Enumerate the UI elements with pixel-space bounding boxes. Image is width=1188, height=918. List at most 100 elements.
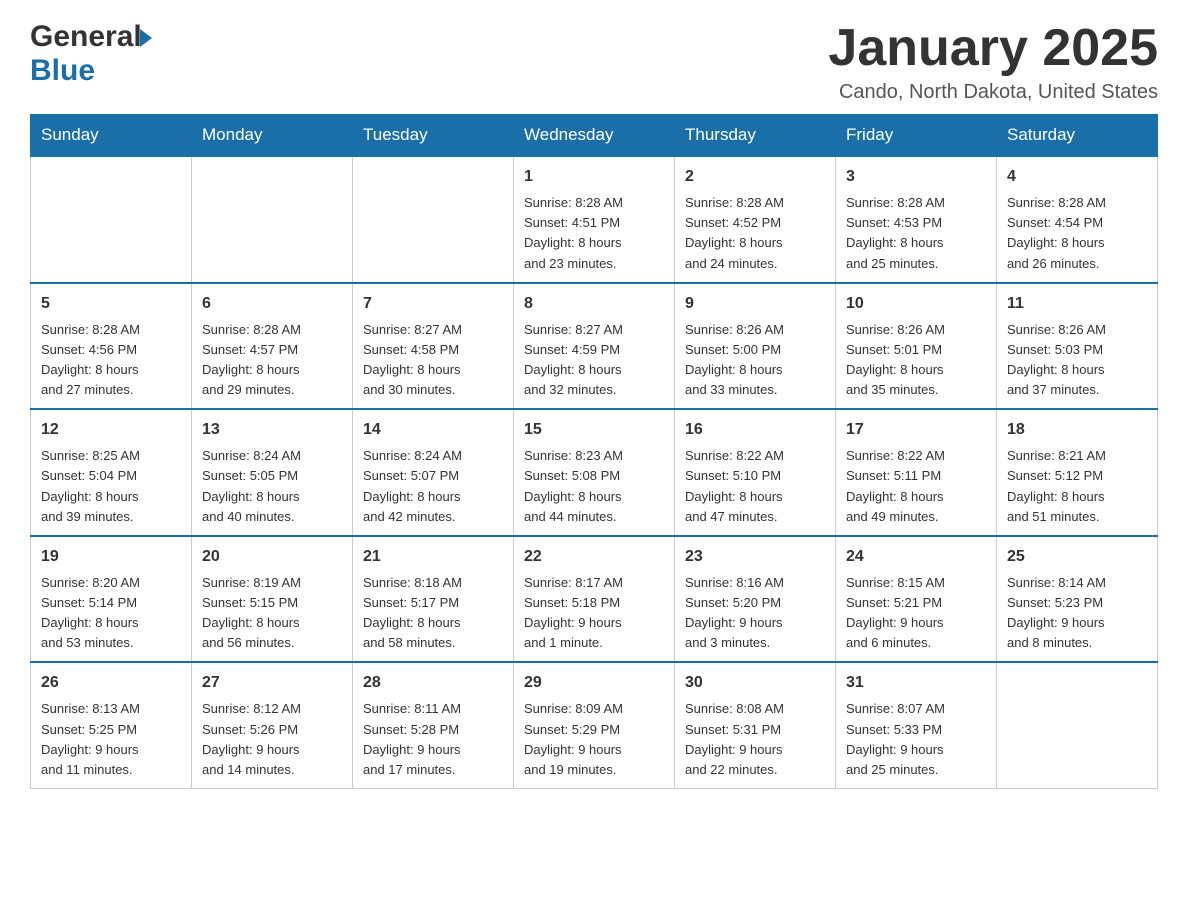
day-number: 18 — [1007, 418, 1147, 442]
day-info: Sunrise: 8:28 AM Sunset: 4:56 PM Dayligh… — [41, 320, 181, 401]
day-info: Sunrise: 8:22 AM Sunset: 5:11 PM Dayligh… — [846, 446, 986, 527]
title-block: January 2025 Cando, North Dakota, United… — [828, 20, 1158, 104]
calendar-cell: 30Sunrise: 8:08 AM Sunset: 5:31 PM Dayli… — [675, 662, 836, 788]
day-info: Sunrise: 8:20 AM Sunset: 5:14 PM Dayligh… — [41, 573, 181, 654]
calendar-week-3: 12 Sunrise: 8:25 AM Sunset: 5:04 PM Dayli… — [31, 409, 1158, 536]
calendar-cell — [353, 156, 514, 283]
day-info: Sunrise: 8:15 AM Sunset: 5:21 PM Dayligh… — [846, 573, 986, 654]
calendar-week-5: 26Sunrise: 8:13 AM Sunset: 5:25 PM Dayli… — [31, 662, 1158, 788]
day-number: 10 — [846, 292, 986, 316]
weekday-header-row: SundayMondayTuesdayWednesdayThursdayFrid… — [31, 115, 1158, 157]
calendar-cell: 25Sunrise: 8:14 AM Sunset: 5:23 PM Dayli… — [997, 536, 1158, 663]
day-number: 13 — [202, 418, 342, 442]
day-number: 3 — [846, 165, 986, 189]
day-number: 19 — [41, 545, 181, 569]
day-info: Sunrise: 8:24 AM Sunset: 5:05 PM Dayligh… — [202, 446, 342, 527]
calendar-cell: 9 Sunrise: 8:26 AM Sunset: 5:00 PM Daylig… — [675, 283, 836, 410]
calendar-cell: 7 Sunrise: 8:27 AM Sunset: 4:58 PM Daylig… — [353, 283, 514, 410]
day-number: 17 — [846, 418, 986, 442]
day-info: Sunrise: 8:11 AM Sunset: 5:28 PM Dayligh… — [363, 699, 503, 780]
calendar-week-4: 19 Sunrise: 8:20 AM Sunset: 5:14 PM Dayli… — [31, 536, 1158, 663]
day-number: 30 — [685, 671, 825, 695]
day-number: 2 — [685, 165, 825, 189]
calendar-cell: 17 Sunrise: 8:22 AM Sunset: 5:11 PM Dayli… — [836, 409, 997, 536]
day-info: Sunrise: 8:26 AM Sunset: 5:00 PM Dayligh… — [685, 320, 825, 401]
calendar-cell: 3 Sunrise: 8:28 AM Sunset: 4:53 PM Daylig… — [836, 156, 997, 283]
calendar-cell: 8 Sunrise: 8:27 AM Sunset: 4:59 PM Daylig… — [514, 283, 675, 410]
calendar-cell: 10 Sunrise: 8:26 AM Sunset: 5:01 PM Dayli… — [836, 283, 997, 410]
day-number: 22 — [524, 545, 664, 569]
day-info: Sunrise: 8:28 AM Sunset: 4:54 PM Dayligh… — [1007, 193, 1147, 274]
weekday-header-friday: Friday — [836, 115, 997, 157]
day-number: 8 — [524, 292, 664, 316]
logo: General Blue — [30, 20, 152, 88]
day-info: Sunrise: 8:28 AM Sunset: 4:57 PM Dayligh… — [202, 320, 342, 401]
calendar-cell — [31, 156, 192, 283]
day-info: Sunrise: 8:27 AM Sunset: 4:59 PM Dayligh… — [524, 320, 664, 401]
day-info: Sunrise: 8:19 AM Sunset: 5:15 PM Dayligh… — [202, 573, 342, 654]
weekday-header-sunday: Sunday — [31, 115, 192, 157]
calendar-cell: 2 Sunrise: 8:28 AM Sunset: 4:52 PM Daylig… — [675, 156, 836, 283]
day-number: 9 — [685, 292, 825, 316]
calendar-cell: 15 Sunrise: 8:23 AM Sunset: 5:08 PM Dayli… — [514, 409, 675, 536]
day-info: Sunrise: 8:24 AM Sunset: 5:07 PM Dayligh… — [363, 446, 503, 527]
page-header: General Blue January 2025 Cando, North D… — [30, 20, 1158, 104]
calendar-cell: 18 Sunrise: 8:21 AM Sunset: 5:12 PM Dayli… — [997, 409, 1158, 536]
day-info: Sunrise: 8:16 AM Sunset: 5:20 PM Dayligh… — [685, 573, 825, 654]
calendar-cell: 16Sunrise: 8:22 AM Sunset: 5:10 PM Dayli… — [675, 409, 836, 536]
day-number: 12 — [41, 418, 181, 442]
day-info: Sunrise: 8:26 AM Sunset: 5:01 PM Dayligh… — [846, 320, 986, 401]
day-number: 27 — [202, 671, 342, 695]
day-number: 28 — [363, 671, 503, 695]
day-number: 16 — [685, 418, 825, 442]
calendar-cell: 26Sunrise: 8:13 AM Sunset: 5:25 PM Dayli… — [31, 662, 192, 788]
logo-triangle-icon — [140, 29, 152, 47]
calendar-cell: 12 Sunrise: 8:25 AM Sunset: 5:04 PM Dayli… — [31, 409, 192, 536]
day-number: 15 — [524, 418, 664, 442]
day-number: 29 — [524, 671, 664, 695]
weekday-header-tuesday: Tuesday — [353, 115, 514, 157]
calendar-cell: 22Sunrise: 8:17 AM Sunset: 5:18 PM Dayli… — [514, 536, 675, 663]
calendar-cell: 4 Sunrise: 8:28 AM Sunset: 4:54 PM Daylig… — [997, 156, 1158, 283]
month-title: January 2025 — [828, 20, 1158, 77]
calendar-cell: 31Sunrise: 8:07 AM Sunset: 5:33 PM Dayli… — [836, 662, 997, 788]
day-number: 1 — [524, 165, 664, 189]
weekday-header-saturday: Saturday — [997, 115, 1158, 157]
calendar-week-1: 1 Sunrise: 8:28 AM Sunset: 4:51 PM Daylig… — [31, 156, 1158, 283]
day-number: 24 — [846, 545, 986, 569]
day-number: 7 — [363, 292, 503, 316]
day-info: Sunrise: 8:28 AM Sunset: 4:53 PM Dayligh… — [846, 193, 986, 274]
day-info: Sunrise: 8:28 AM Sunset: 4:52 PM Dayligh… — [685, 193, 825, 274]
day-info: Sunrise: 8:09 AM Sunset: 5:29 PM Dayligh… — [524, 699, 664, 780]
day-number: 21 — [363, 545, 503, 569]
day-number: 6 — [202, 292, 342, 316]
calendar-cell: 27 Sunrise: 8:12 AM Sunset: 5:26 PM Dayli… — [192, 662, 353, 788]
calendar-cell — [192, 156, 353, 283]
day-number: 31 — [846, 671, 986, 695]
calendar-cell: 6 Sunrise: 8:28 AM Sunset: 4:57 PM Daylig… — [192, 283, 353, 410]
day-number: 26 — [41, 671, 181, 695]
day-number: 4 — [1007, 165, 1147, 189]
day-info: Sunrise: 8:25 AM Sunset: 5:04 PM Dayligh… — [41, 446, 181, 527]
weekday-header-monday: Monday — [192, 115, 353, 157]
day-info: Sunrise: 8:23 AM Sunset: 5:08 PM Dayligh… — [524, 446, 664, 527]
calendar-week-2: 5 Sunrise: 8:28 AM Sunset: 4:56 PM Daylig… — [31, 283, 1158, 410]
day-info: Sunrise: 8:21 AM Sunset: 5:12 PM Dayligh… — [1007, 446, 1147, 527]
logo-blue-text: Blue — [30, 54, 95, 88]
calendar-cell: 23Sunrise: 8:16 AM Sunset: 5:20 PM Dayli… — [675, 536, 836, 663]
calendar-cell: 29 Sunrise: 8:09 AM Sunset: 5:29 PM Dayli… — [514, 662, 675, 788]
weekday-header-thursday: Thursday — [675, 115, 836, 157]
calendar-cell: 28 Sunrise: 8:11 AM Sunset: 5:28 PM Dayli… — [353, 662, 514, 788]
calendar-body: 1 Sunrise: 8:28 AM Sunset: 4:51 PM Daylig… — [31, 156, 1158, 788]
calendar-cell: 13 Sunrise: 8:24 AM Sunset: 5:05 PM Dayli… — [192, 409, 353, 536]
day-info: Sunrise: 8:12 AM Sunset: 5:26 PM Dayligh… — [202, 699, 342, 780]
day-number: 11 — [1007, 292, 1147, 316]
day-info: Sunrise: 8:27 AM Sunset: 4:58 PM Dayligh… — [363, 320, 503, 401]
location-title: Cando, North Dakota, United States — [828, 81, 1158, 104]
day-number: 5 — [41, 292, 181, 316]
day-info: Sunrise: 8:28 AM Sunset: 4:51 PM Dayligh… — [524, 193, 664, 274]
day-number: 20 — [202, 545, 342, 569]
day-info: Sunrise: 8:14 AM Sunset: 5:23 PM Dayligh… — [1007, 573, 1147, 654]
calendar-cell: 21Sunrise: 8:18 AM Sunset: 5:17 PM Dayli… — [353, 536, 514, 663]
calendar-cell: 24 Sunrise: 8:15 AM Sunset: 5:21 PM Dayli… — [836, 536, 997, 663]
